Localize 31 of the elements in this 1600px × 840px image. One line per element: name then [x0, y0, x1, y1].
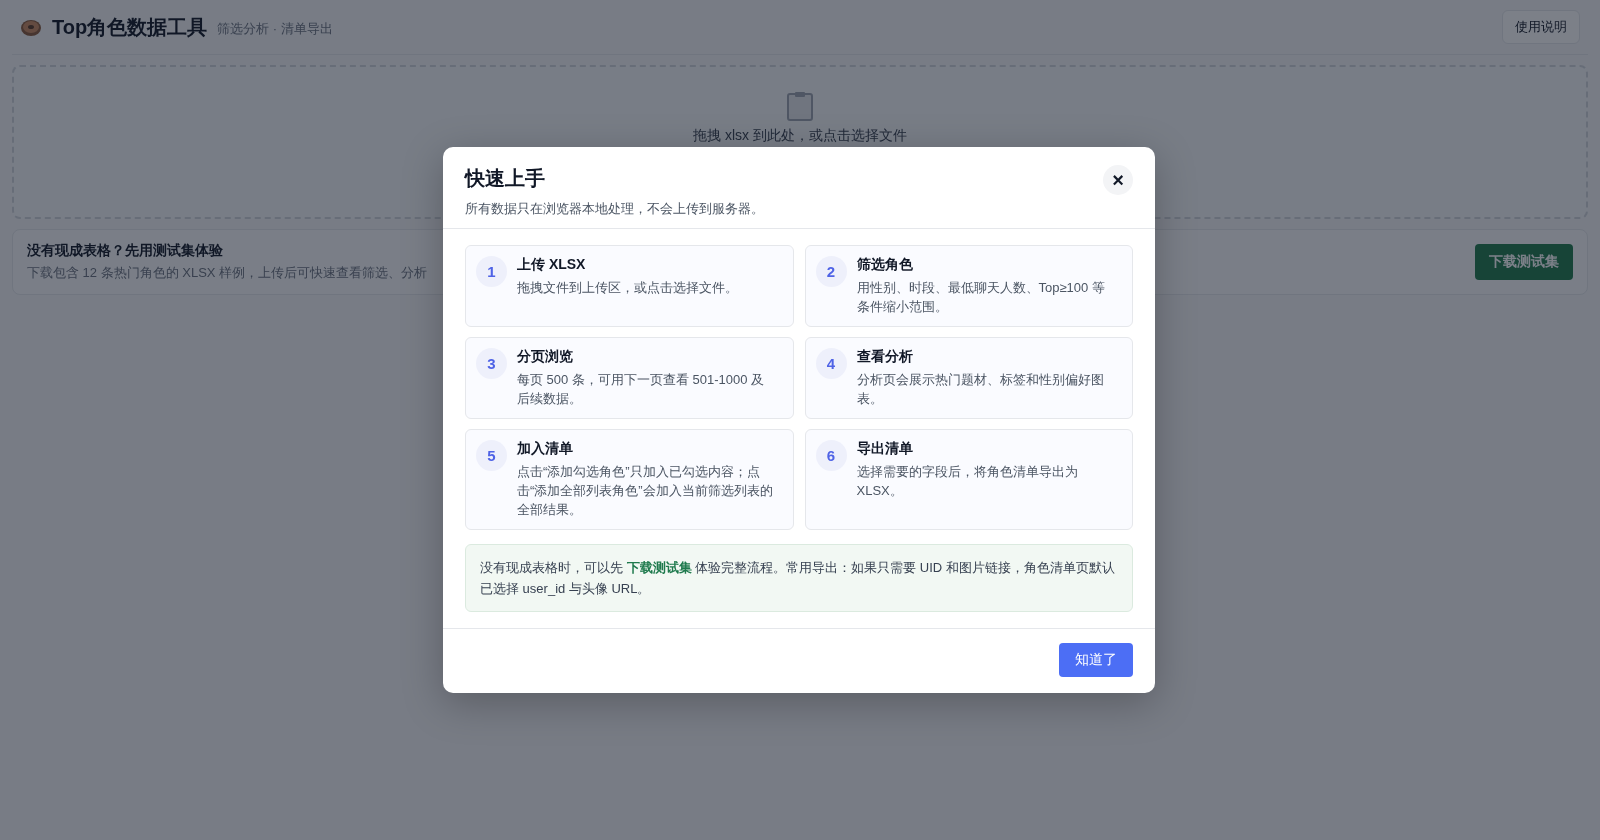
dialog-subtitle: 所有数据只在浏览器本地处理，不会上传到服务器。 [465, 200, 765, 218]
step-text: 分析页会展示热门题材、标签和性别偏好图表。 [856, 371, 1105, 408]
step-text: 点击“添加勾选角色”只加入已勾选内容；点击“添加全部列表角色”会加入当前筛选列表的全部结果。 [517, 463, 774, 519]
step-title: 分页浏览 [517, 348, 574, 366]
app-subtitle: 筛选分析 · 清单导出 [217, 20, 333, 38]
step-title: 导出清单 [856, 440, 914, 458]
banner-title: 没有现成表格？先用测试集体验 [27, 242, 223, 260]
step-number: 6 [815, 440, 847, 471]
step-text: 拖拽文件到上传区，或点击选择文件。 [517, 279, 738, 297]
step-title: 加入清单 [517, 440, 574, 458]
step-title: 筛选角色 [856, 256, 914, 274]
app-title: Top角色数据工具 [52, 14, 208, 40]
tip-text: 没有现成表格时，可以先 下载测试集 体验完整流程。常用导出：如果只需要 UID 和图片链接，角色清单页默认已选择 user_id 与头像 URL。 [465, 544, 1133, 612]
help-button[interactable]: 使用说明 [1502, 10, 1580, 44]
clipboard-icon [786, 91, 814, 121]
step-number: 4 [815, 348, 847, 379]
step-text: 用性别、时段、最低聊天人数、Top≥100 等条件缩小范围。 [856, 279, 1106, 316]
download-sample-button[interactable]: 下载测试集 [1475, 244, 1573, 280]
dialog-title: 快速上手 [465, 166, 546, 191]
download-sample-link[interactable]: 下载测试集 [626, 560, 692, 575]
step-number: 2 [815, 256, 847, 287]
step-number: 3 [476, 348, 507, 379]
step-title: 上传 XLSX [517, 256, 587, 274]
upload-hint: 拖拽 xlsx 到此处，或点击选择文件 [693, 127, 907, 145]
step-title: 查看分析 [856, 348, 914, 366]
step-text: 选择需要的字段后，将角色清单导出为 XLSX。 [856, 463, 1079, 500]
got-it-button[interactable]: 知道了 [1059, 643, 1133, 677]
step-number: 1 [476, 256, 507, 287]
step-text: 每页 500 条，可用下一页查看 501-1000 及后续数据。 [517, 371, 766, 408]
close-button[interactable]: × [1103, 165, 1133, 195]
step-number: 5 [476, 440, 507, 471]
